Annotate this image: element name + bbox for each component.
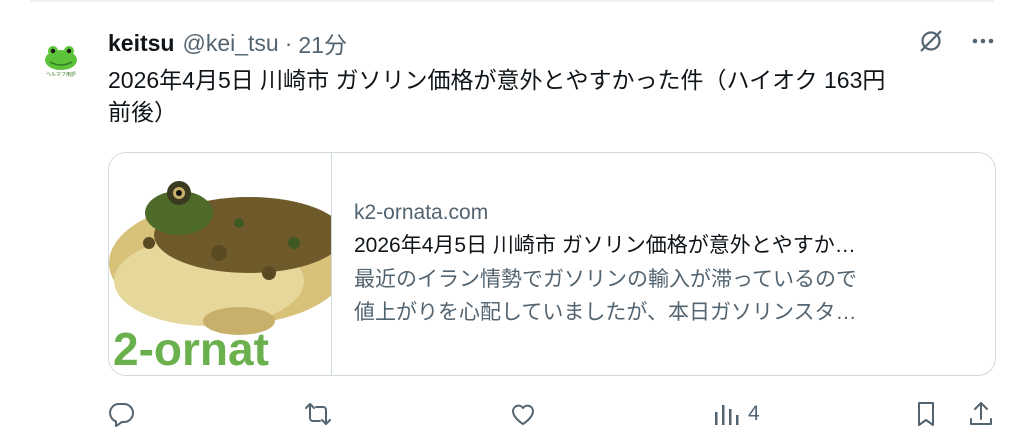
views-icon xyxy=(712,399,740,429)
card-body: k2-ornata.com 2026年4月5日 川崎市 ガソリン価格が意外とやす… xyxy=(332,153,994,375)
repost-icon xyxy=(302,399,334,429)
bookmark-icon xyxy=(912,399,940,429)
repost-button[interactable] xyxy=(302,397,334,431)
card-description-line: 最近のイラン情勢でガソリンの輸入が滞っているので xyxy=(354,268,857,291)
card-description: 最近のイラン情勢でガソリンの輸入が滞っているので 値上がりを心配していましたが、… xyxy=(354,263,974,329)
more-icon[interactable] xyxy=(968,26,998,56)
post-text-line: 2026年4月5日 川崎市 ガソリン価格が意外とやすかった件（ハイオク 163円 xyxy=(108,67,886,93)
card-description-line: 値上がりを心配していましたが、本日ガソリンスタ… xyxy=(354,301,857,324)
like-button[interactable] xyxy=(508,397,538,431)
grok-icon[interactable] xyxy=(916,26,946,56)
post-text: 2026年4月5日 川崎市 ガソリン価格が意外とやすかった件（ハイオク 163円… xyxy=(108,64,988,128)
user-handle[interactable]: @kei_tsu xyxy=(182,30,278,57)
reply-button[interactable] xyxy=(106,397,136,431)
divider xyxy=(30,0,994,2)
header-icons xyxy=(916,26,998,56)
action-bar: 4 xyxy=(106,397,1000,431)
display-name[interactable]: keitsu xyxy=(108,30,174,57)
card-title: 2026年4月5日 川崎市 ガソリン価格が意外とやすか… xyxy=(354,234,856,257)
post-text-line: 前後） xyxy=(108,99,177,125)
card-domain: k2-ornata.com xyxy=(354,201,489,224)
avatar-caption: ヘルマフ用語 xyxy=(46,71,76,78)
avatar[interactable]: ヘルマフ用語 xyxy=(40,38,82,80)
like-icon xyxy=(508,399,538,429)
bookmark-button[interactable] xyxy=(912,397,940,431)
separator: · xyxy=(284,29,293,56)
views-button[interactable]: 4 xyxy=(712,397,760,431)
thumbnail-text: 2-ornat xyxy=(113,323,269,375)
share-icon xyxy=(966,399,996,429)
share-button[interactable] xyxy=(966,397,996,431)
card-thumbnail: 2-ornat xyxy=(109,153,349,375)
post-time[interactable]: 21分 xyxy=(298,26,347,60)
reply-icon xyxy=(106,399,136,429)
post-header: keitsu @kei_tsu · 21分 xyxy=(108,26,347,60)
views-count: 4 xyxy=(748,402,760,425)
link-card[interactable]: 2-ornat k2-ornata.com 2026年4月5日 川崎市 ガソリン… xyxy=(108,152,996,376)
